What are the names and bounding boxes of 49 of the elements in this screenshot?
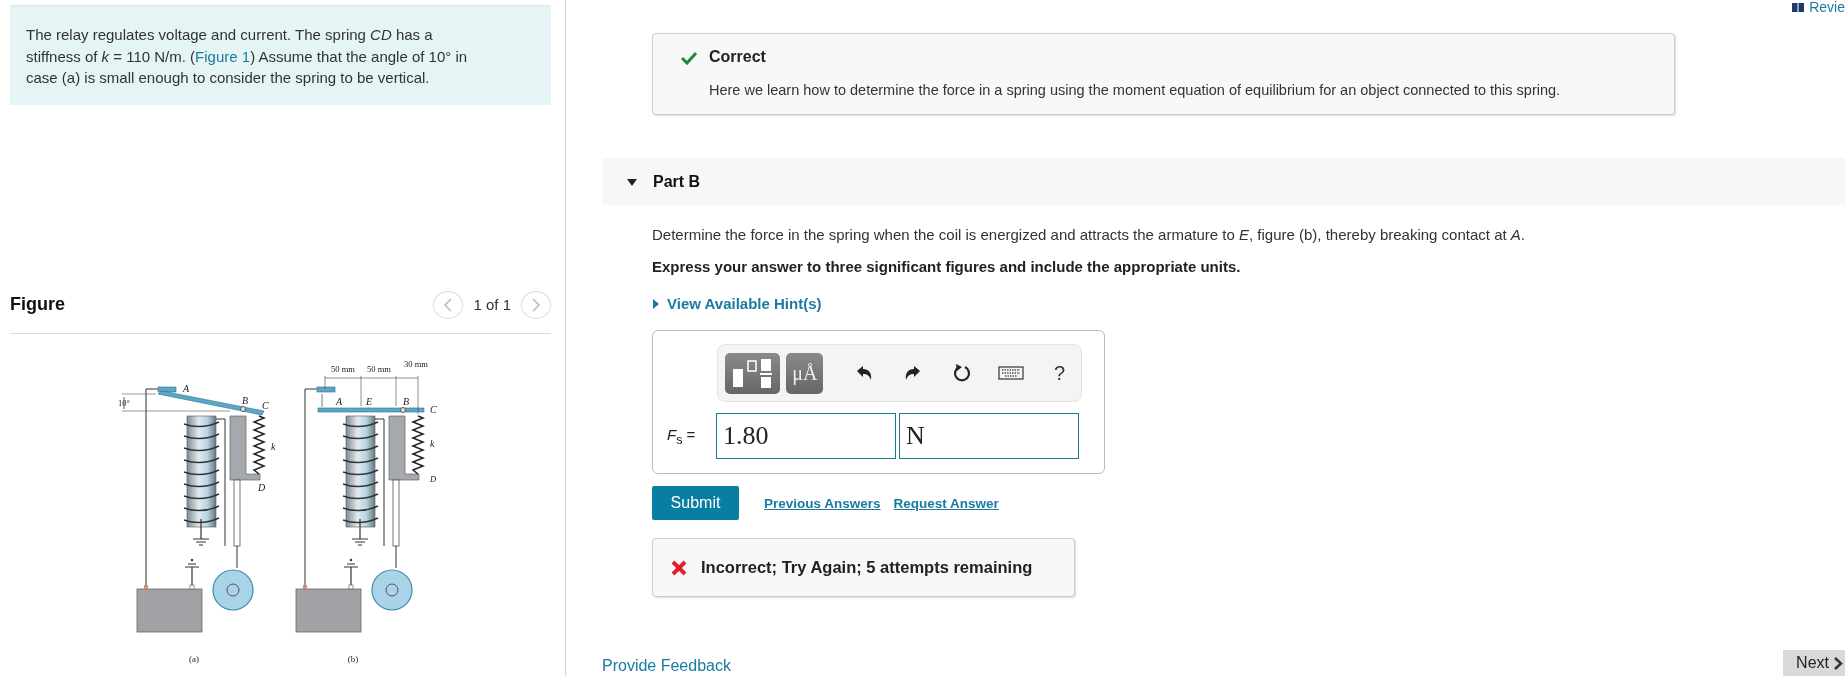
figure-caption: (a) <box>189 653 199 664</box>
submit-button[interactable]: Submit <box>652 486 739 520</box>
diagram-label: C <box>430 403 437 415</box>
page-counter: 1 of 1 <box>473 296 511 313</box>
problem-statement: The relay regulates voltage and current. The spring CD has a stiffness of k = 110 N/m. (Figure 1) Assume that the angle of 10° in case (a) is small enough to consider the spring to be vertical. <box>10 5 551 105</box>
diagram-label: B <box>403 395 410 407</box>
chevron-left-icon <box>443 297 454 312</box>
provide-feedback-link[interactable]: Provide Feedback <box>602 657 731 675</box>
diagram-label: D <box>430 473 437 484</box>
next-button[interactable]: Next <box>1783 650 1845 676</box>
diagram-label: A <box>336 395 343 407</box>
units-button[interactable]: μÅ <box>786 352 824 394</box>
review-link[interactable]: Revie <box>1809 0 1845 14</box>
feedback-message: Incorrect; Try Again; 5 attempts remaining <box>701 558 1033 577</box>
chevron-right-icon <box>531 297 541 312</box>
diagram-label: 10° <box>118 397 130 408</box>
triangle-icon <box>626 176 638 187</box>
diagram-label: A <box>183 382 190 394</box>
hints-toggle[interactable]: View Available Hint(s) <box>652 295 822 312</box>
figure-link[interactable]: Figure 1 <box>195 47 251 65</box>
figure-heading: Figure <box>10 294 65 315</box>
figure-caption: (b) <box>347 653 359 664</box>
value-field[interactable]: 1.80 <box>716 413 896 459</box>
book-icon <box>1792 2 1805 12</box>
diagram-label: D <box>258 481 266 493</box>
instruction-text: Express your answer to three significant figures and include the appropriate units. <box>652 258 1241 275</box>
feedback-title: Correct <box>709 48 767 66</box>
answer-label: F$_{s}$ = <box>667 425 697 447</box>
diagram-label: 50 mm <box>331 363 355 374</box>
chevron-right-icon <box>1833 656 1843 670</box>
unit-field[interactable]: N <box>899 413 1079 459</box>
diagram-label: B <box>242 394 249 406</box>
close-icon <box>671 559 687 576</box>
answer-link[interactable]: Previous Answers <box>764 495 881 511</box>
help-button[interactable]: ? <box>1038 353 1081 393</box>
feedback-message: Here we learn how to determine the force in a spring using the moment equation of equilibrium for an object connected to this spring. <box>709 82 1561 98</box>
diagram-label: k <box>271 440 276 452</box>
part-title: Part B <box>653 172 701 191</box>
part-header[interactable]: Part B <box>602 158 1845 205</box>
question-text: Determine the force in the spring when the coil is energized and attracts the armature to E, figure (b), thereby breaking contact at A. <box>652 226 1525 243</box>
triangle-icon <box>652 297 660 310</box>
templates-button[interactable] <box>725 352 781 394</box>
diagram-label: E <box>366 395 373 407</box>
diagram-label: 30 mm <box>404 358 428 369</box>
diagram-label: k <box>430 437 435 449</box>
diagram-label: C <box>262 399 269 411</box>
check-icon <box>681 51 697 65</box>
diagram-label: 50 mm <box>367 363 391 374</box>
answer-link[interactable]: Request Answer <box>893 495 999 511</box>
